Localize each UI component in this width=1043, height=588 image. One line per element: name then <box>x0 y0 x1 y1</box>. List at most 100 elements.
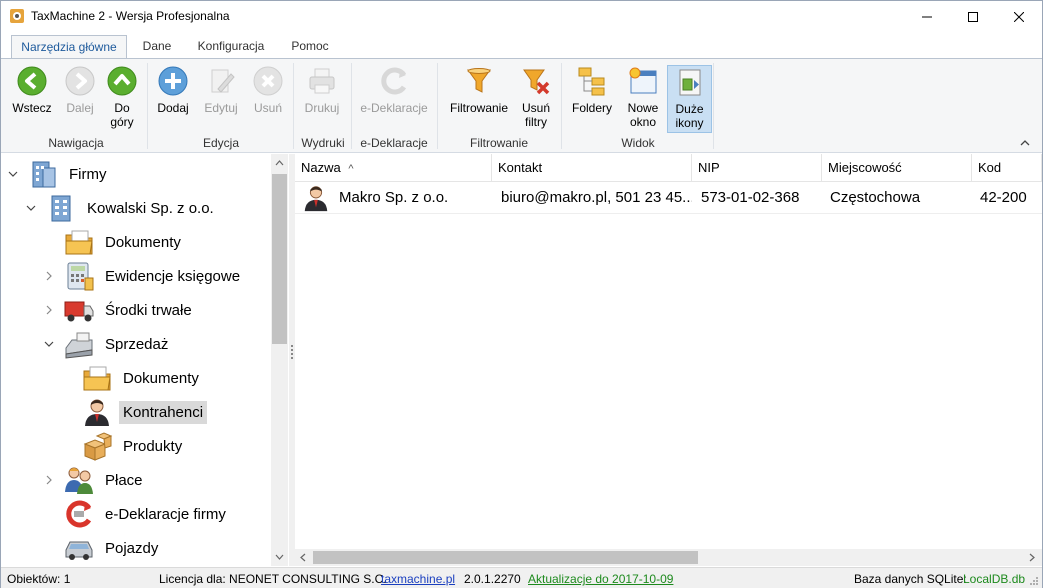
e-deklaracje-button[interactable]: e-Deklaracje <box>357 65 431 133</box>
scroll-up-icon[interactable] <box>275 160 284 166</box>
folders-tree-icon <box>578 67 605 96</box>
app-gear-icon[interactable] <box>9 8 25 24</box>
new-window-button[interactable]: Nowe okno <box>621 65 665 133</box>
column-header-kod[interactable]: Kod <box>972 154 1042 182</box>
chevron-right-icon[interactable] <box>43 474 55 486</box>
businessman-icon <box>304 186 328 212</box>
grid-horizontal-scrollbar[interactable] <box>295 549 1042 566</box>
minimize-button[interactable] <box>904 1 950 32</box>
status-website-link[interactable]: taxmachine.pl <box>381 572 455 586</box>
resize-grip-icon[interactable] <box>1029 576 1039 586</box>
maximize-button[interactable] <box>950 1 996 32</box>
tree-vertical-scrollbar[interactable] <box>271 154 288 566</box>
group-edycja: Edycja <box>202 136 240 150</box>
add-button[interactable]: Dodaj <box>153 65 193 133</box>
ribbon-separator <box>293 63 294 149</box>
folders-label: Foldery <box>571 101 612 115</box>
table-row[interactable]: Makro Sp. z o.o. biuro@makro.pl, 501 23 … <box>295 182 1042 214</box>
cell-kontakt: biuro@makro.pl, 501 23 45... <box>501 189 692 206</box>
tree-item-sprzedaz[interactable]: Sprzedaż <box>43 328 172 360</box>
column-header-nazwa[interactable]: Nazwa ^ <box>295 154 492 182</box>
tree-label-kontrahenci: Kontrahenci <box>119 400 208 424</box>
scroll-right-icon[interactable] <box>1029 553 1035 562</box>
edit-button[interactable]: Edytuj <box>199 65 243 133</box>
tree-item-e-deklaracje-firmy[interactable]: e-Deklaracje firmy <box>43 498 230 530</box>
tree-label-dokumenty: Dokumenty <box>105 233 181 251</box>
funnel-remove-icon <box>523 69 550 95</box>
folders-button[interactable]: Foldery <box>569 65 615 133</box>
cell-miejscowosc: Częstochowa <box>830 189 921 206</box>
up-button[interactable]: Do góry <box>103 65 141 133</box>
tree-label-produkty: Produkty <box>123 437 183 455</box>
title-bar: TaxMachine 2 - Wersja Profesjonalna <box>1 1 1042 32</box>
group-nawigacja: Nawigacja <box>48 136 104 150</box>
up-label-line2: góry <box>110 115 134 129</box>
scroll-down-icon[interactable] <box>275 554 284 560</box>
tree-item-company[interactable]: Kowalski Sp. z o.o. <box>25 192 218 224</box>
status-updates-link[interactable]: Aktualizacje do 2017-10-09 <box>528 572 673 586</box>
e-deklaracje-icon <box>66 500 92 528</box>
edit-pencil-icon <box>211 69 235 93</box>
forward-button[interactable]: Dalej <box>59 65 101 133</box>
ribbon-separator <box>147 63 148 149</box>
tab-dane[interactable]: Dane <box>134 35 180 59</box>
tab-konfiguracja[interactable]: Konfiguracja <box>189 35 273 59</box>
grid-scroll-thumb[interactable] <box>313 551 698 564</box>
back-button[interactable]: Wstecz <box>9 65 55 133</box>
cell-kod: 42-200 <box>980 189 1027 206</box>
boxes-icon <box>83 432 113 461</box>
group-widok: Widok <box>621 136 655 150</box>
filter-button[interactable]: Filtrowanie <box>445 65 513 133</box>
tab-narzedzia-glowne[interactable]: Narzędzia główne <box>11 35 127 59</box>
car-icon <box>65 541 93 560</box>
arrow-up-icon <box>107 66 137 96</box>
cash-register-icon <box>65 332 93 359</box>
tree-label-company: Kowalski Sp. z o.o. <box>87 199 214 217</box>
ribbon-tabs: Narzędzia główne Dane Konfiguracja Pomoc <box>1 32 1042 59</box>
filter-label: Filtrowanie <box>449 101 509 115</box>
remove-filters-button[interactable]: Usuń filtry <box>517 65 555 133</box>
chevron-right-icon[interactable] <box>43 304 55 316</box>
large-icons-button[interactable]: Duże ikony <box>667 65 712 133</box>
sort-ascending-icon: ^ <box>348 163 354 175</box>
tree-scroll-thumb[interactable] <box>272 174 287 344</box>
tree-item-ewidencje[interactable]: Ewidencje księgowe <box>43 260 244 292</box>
chevron-right-icon[interactable] <box>43 270 55 282</box>
tree-item-produkty[interactable]: Produkty <box>61 430 186 462</box>
print-button[interactable]: Drukuj <box>299 65 345 133</box>
collapse-ribbon-chevron-icon[interactable] <box>1020 139 1030 147</box>
tree-item-pojazdy[interactable]: Pojazdy <box>43 532 162 564</box>
tree-label-e-deklaracje-firmy: e-Deklaracje firmy <box>105 505 226 523</box>
tree-item-srodki-trwale[interactable]: Środki trwałe <box>43 294 196 326</box>
tree-label-firmy: Firmy <box>69 165 107 183</box>
chevron-down-icon[interactable] <box>43 338 55 350</box>
column-header-kontakt[interactable]: Kontakt <box>492 154 692 182</box>
truck-icon <box>64 301 94 322</box>
navigation-tree: Firmy Kowalski Sp. z o.o. Dokumenty Ewid… <box>1 154 289 566</box>
splitter-grip-icon <box>291 345 293 359</box>
edit-label: Edytuj <box>204 101 238 115</box>
tree-item-sprzedaz-dokumenty[interactable]: Dokumenty <box>61 362 203 394</box>
close-button[interactable] <box>996 1 1042 32</box>
tab-pomoc[interactable]: Pomoc <box>283 35 337 59</box>
maximize-icon <box>968 11 978 22</box>
tree-item-dokumenty[interactable]: Dokumenty <box>43 226 185 258</box>
folder-documents-icon <box>83 366 111 391</box>
chevron-down-icon[interactable] <box>25 202 37 214</box>
column-header-nip[interactable]: NIP <box>692 154 822 182</box>
scroll-left-icon[interactable] <box>300 553 306 562</box>
tree-label-srodki-trwale: Środki trwałe <box>105 301 192 319</box>
calculator-icon <box>67 262 94 291</box>
tree-item-firmy[interactable]: Firmy <box>7 158 111 190</box>
chevron-down-icon[interactable] <box>7 168 19 180</box>
delete-button[interactable]: Usuń <box>248 65 288 133</box>
tree-item-place[interactable]: Płace <box>43 464 147 496</box>
new-window-label-line2: okno <box>629 115 657 129</box>
column-header-miejscowosc[interactable]: Miejscowość <box>822 154 972 182</box>
tree-item-kontrahenci[interactable]: Kontrahenci <box>61 396 208 428</box>
folder-documents-icon <box>65 230 93 255</box>
